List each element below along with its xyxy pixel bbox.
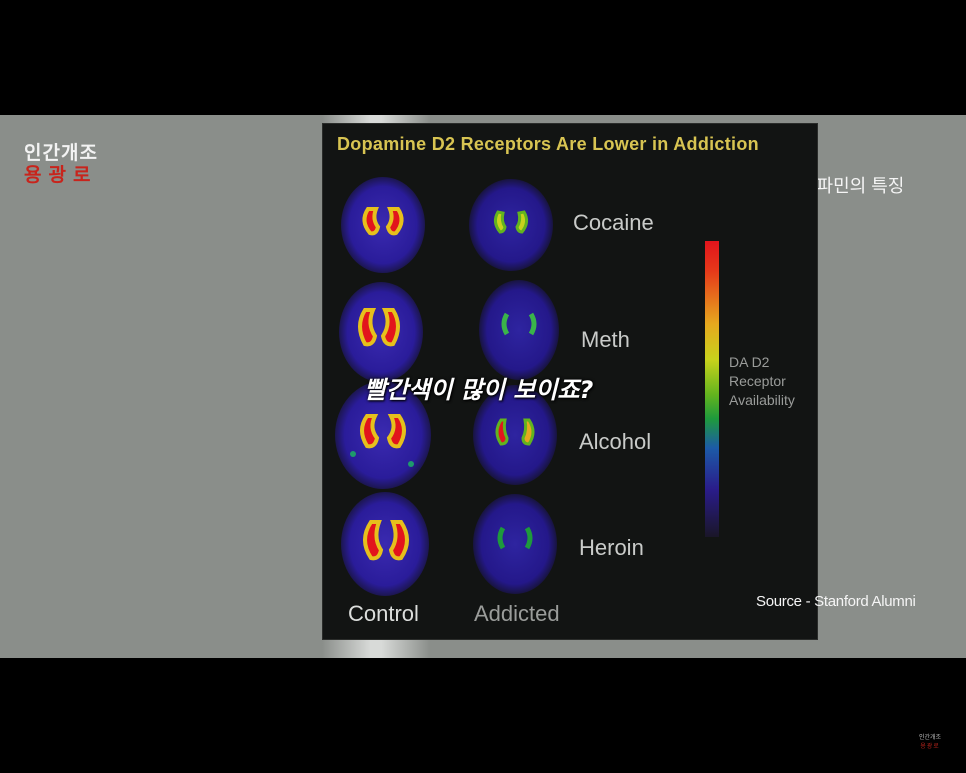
- control-scan-heroin: [341, 492, 429, 596]
- scale-label-line1: DA D2: [729, 354, 770, 370]
- channel-logo: 인간개조 용광로: [24, 142, 98, 187]
- addicted-scan-cocaine: [469, 179, 553, 271]
- channel-logo-line1: 인간개조: [24, 142, 98, 164]
- control-scan-meth: [339, 282, 423, 382]
- scale-label-line3: Availability: [729, 392, 795, 408]
- row-label-alcohol: Alcohol: [579, 429, 652, 454]
- channel-logo-line2: 용광로: [24, 163, 98, 186]
- video-subtitle: 빨간색이 많이 보이죠?: [364, 376, 594, 404]
- column-label-addicted: Addicted: [474, 601, 560, 626]
- corner-watermark-line2: 용광로: [920, 743, 940, 750]
- row-label-cocaine: Cocaine: [573, 210, 654, 235]
- addicted-scan-heroin: [473, 494, 557, 594]
- corner-watermark: 인간개조 용광로: [919, 733, 941, 751]
- control-scan-cocaine: [341, 177, 425, 273]
- color-scale-label: DA D2 Receptor Availability: [729, 353, 795, 410]
- source-caption: Source - Stanford Alumni: [756, 593, 916, 610]
- scale-label-line2: Receptor: [729, 373, 786, 389]
- addicted-scan-meth: [479, 280, 559, 380]
- color-scale-bar: [705, 241, 719, 537]
- column-label-control: Control: [348, 601, 419, 626]
- row-label-meth: Meth: [581, 327, 630, 352]
- row-label-heroin: Heroin: [579, 535, 644, 560]
- corner-watermark-line1: 인간개조: [919, 734, 942, 741]
